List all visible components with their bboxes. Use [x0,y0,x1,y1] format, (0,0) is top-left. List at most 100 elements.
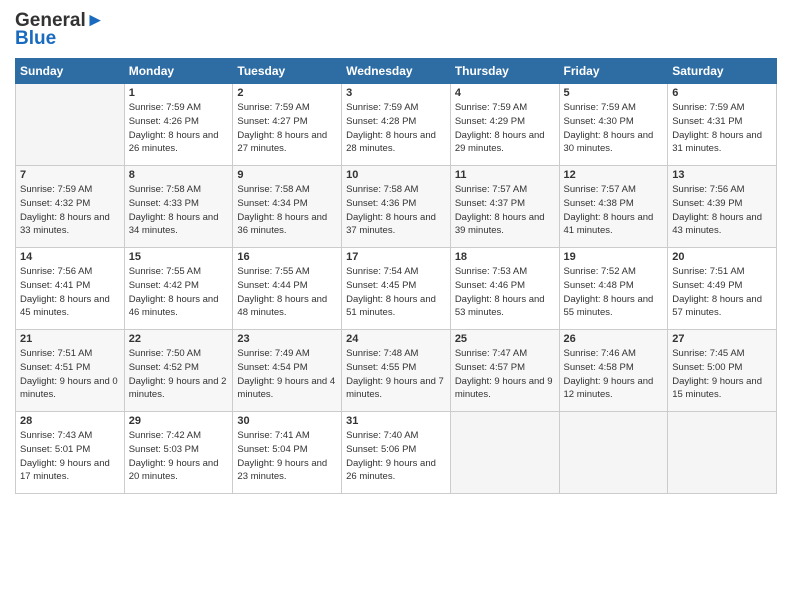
calendar-cell: 19Sunrise: 7:52 AMSunset: 4:48 PMDayligh… [559,248,668,330]
day-number: 30 [237,415,337,427]
col-header-tuesday: Tuesday [233,59,342,84]
daylight: Daylight: 8 hours and 29 minutes. [455,130,545,155]
daylight: Daylight: 8 hours and 51 minutes. [346,294,436,319]
sunrise: Sunrise: 7:55 AM [129,266,201,277]
daylight: Daylight: 8 hours and 31 minutes. [672,130,762,155]
calendar-cell: 5Sunrise: 7:59 AMSunset: 4:30 PMDaylight… [559,84,668,166]
sunset: Sunset: 4:29 PM [455,116,525,127]
sunset: Sunset: 4:52 PM [129,362,199,373]
day-number: 5 [564,87,664,99]
calendar-cell: 11 Sunrise: 7:57 AM Sunset: 4:37 PM Dayligh… [450,166,559,248]
calendar-cell: 4Sunrise: 7:59 AMSunset: 4:29 PMDaylight… [450,84,559,166]
calendar-cell: 8Sunrise: 7:58 AMSunset: 4:33 PMDaylight… [124,166,233,248]
logo-blue: Blue [15,28,56,50]
sunrise: Sunrise: 7:57 AM [455,184,527,195]
calendar-cell: 15 Sunrise: 7:55 AMSunset: 4:42 PMDayligh… [124,248,233,330]
calendar-cell: 1Sunrise: 7:59 AMSunset: 4:26 PMDaylight… [124,84,233,166]
day-number: 24 [346,333,446,345]
day-number: 16 [237,251,337,263]
day-number: 9 [237,169,337,181]
sunrise: Sunrise: 7:59 AM [672,102,744,113]
daylight: Daylight: 9 hours and 15 minutes. [672,376,762,401]
calendar-cell: 22 Sunrise: 7:50 AMSunset: 4:52 PMDayligh… [124,330,233,412]
daylight: Daylight: 8 hours and 30 minutes. [564,130,654,155]
day-info: Sunrise: 7:59 AMSunset: 4:31 PMDaylight:… [672,101,772,156]
day-info: Sunrise: 7:52 AMSunset: 4:48 PMDaylight:… [564,265,664,320]
daylight: Daylight: 8 hours and 46 minutes. [129,294,219,319]
day-info: Sunrise: 7:59 AMSunset: 4:27 PMDaylight:… [237,101,337,156]
sunrise: Sunrise: 7:51 AM [20,348,92,359]
calendar-cell: 6 Sunrise: 7:59 AMSunset: 4:31 PMDaylight… [668,84,777,166]
day-info: Sunrise: 7:59 AMSunset: 4:28 PMDaylight:… [346,101,446,156]
day-info: Sunrise: 7:50 AMSunset: 4:52 PMDaylight:… [129,347,229,402]
sunset: Sunset: 5:03 PM [129,444,199,455]
calendar-cell: 12Sunrise: 7:57 AMSunset: 4:38 PMDayligh… [559,166,668,248]
sunrise: Sunrise: 7:56 AM [20,266,92,277]
daylight: Daylight: 9 hours and 2 minutes. [129,376,227,401]
day-info: Sunrise: 7:56 AMSunset: 4:41 PMDaylight:… [20,265,120,320]
sunset: Sunset: 4:45 PM [346,280,416,291]
day-number: 26 [564,333,664,345]
sunset: Sunset: 4:49 PM [672,280,742,291]
daylight: Daylight: 9 hours and 7 minutes. [346,376,444,401]
calendar-cell: 14Sunrise: 7:56 AMSunset: 4:41 PMDayligh… [16,248,125,330]
sunset: Sunset: 4:34 PM [237,198,307,209]
sunset: Sunset: 4:51 PM [20,362,90,373]
sunset: Sunset: 4:48 PM [564,280,634,291]
calendar-cell: 28Sunrise: 7:43 AMSunset: 5:01 PMDayligh… [16,412,125,494]
day-number: 28 [20,415,120,427]
daylight: Daylight: 8 hours and 33 minutes. [20,212,110,237]
week-row-2: 7 Sunrise: 7:59 AMSunset: 4:32 PMDaylight… [16,166,777,248]
calendar-cell: 23Sunrise: 7:49 AMSunset: 4:54 PMDayligh… [233,330,342,412]
calendar-cell: 3Sunrise: 7:59 AMSunset: 4:28 PMDaylight… [342,84,451,166]
calendar-cell [450,412,559,494]
day-number: 20 [672,251,772,263]
sunrise: Sunrise: 7:51 AM [672,266,744,277]
calendar-cell: 13Sunrise: 7:56 AMSunset: 4:39 PMDayligh… [668,166,777,248]
sunset: Sunset: 4:41 PM [20,280,90,291]
daylight: Daylight: 9 hours and 23 minutes. [237,458,327,483]
calendar-table: SundayMondayTuesdayWednesdayThursdayFrid… [15,58,777,494]
day-info: Sunrise: 7:59 AMSunset: 4:32 PMDaylight:… [20,183,120,238]
day-info: Sunrise: 7:47 AMSunset: 4:57 PMDaylight:… [455,347,555,402]
sunset: Sunset: 4:26 PM [129,116,199,127]
day-number: 7 [20,169,120,181]
day-number: 22 [129,333,229,345]
day-info: Sunrise: 7:51 AMSunset: 4:51 PMDaylight:… [20,347,120,402]
header-row: SundayMondayTuesdayWednesdayThursdayFrid… [16,59,777,84]
day-number: 15 [129,251,229,263]
daylight: Daylight: 9 hours and 17 minutes. [20,458,110,483]
calendar-cell [16,84,125,166]
day-info: Sunrise: 7:55 AMSunset: 4:42 PMDaylight:… [129,265,229,320]
day-info: Sunrise: 7:53 AMSunset: 4:46 PMDaylight:… [455,265,555,320]
calendar-cell: 29Sunrise: 7:42 AMSunset: 5:03 PMDayligh… [124,412,233,494]
week-row-3: 14Sunrise: 7:56 AMSunset: 4:41 PMDayligh… [16,248,777,330]
sunrise: Sunrise: 7:59 AM [346,102,418,113]
sunset: Sunset: 4:37 PM [455,198,525,209]
calendar-cell: 2Sunrise: 7:59 AMSunset: 4:27 PMDaylight… [233,84,342,166]
daylight: Daylight: 8 hours and 39 minutes. [455,212,545,237]
day-info: Sunrise: 7:51 AMSunset: 4:49 PMDaylight:… [672,265,772,320]
sunset: Sunset: 5:00 PM [672,362,742,373]
day-number: 21 [20,333,120,345]
sunrise: Sunrise: 7:53 AM [455,266,527,277]
sunrise: Sunrise: 7:55 AM [237,266,309,277]
day-number: 6 [672,87,772,99]
sunrise: Sunrise: 7:59 AM [455,102,527,113]
daylight: Daylight: 8 hours and 28 minutes. [346,130,436,155]
day-info: Sunrise: 7:49 AMSunset: 4:54 PMDaylight:… [237,347,337,402]
day-number: 8 [129,169,229,181]
day-number: 11 [455,169,555,181]
daylight: Daylight: 8 hours and 27 minutes. [237,130,327,155]
sunset: Sunset: 4:44 PM [237,280,307,291]
day-number: 29 [129,415,229,427]
logo: General► Blue [15,10,105,50]
calendar-cell [559,412,668,494]
col-header-thursday: Thursday [450,59,559,84]
col-header-friday: Friday [559,59,668,84]
sunrise: Sunrise: 7:42 AM [129,430,201,441]
week-row-5: 28Sunrise: 7:43 AMSunset: 5:01 PMDayligh… [16,412,777,494]
sunrise: Sunrise: 7:56 AM [672,184,744,195]
sunset: Sunset: 5:01 PM [20,444,90,455]
sunset: Sunset: 4:39 PM [672,198,742,209]
